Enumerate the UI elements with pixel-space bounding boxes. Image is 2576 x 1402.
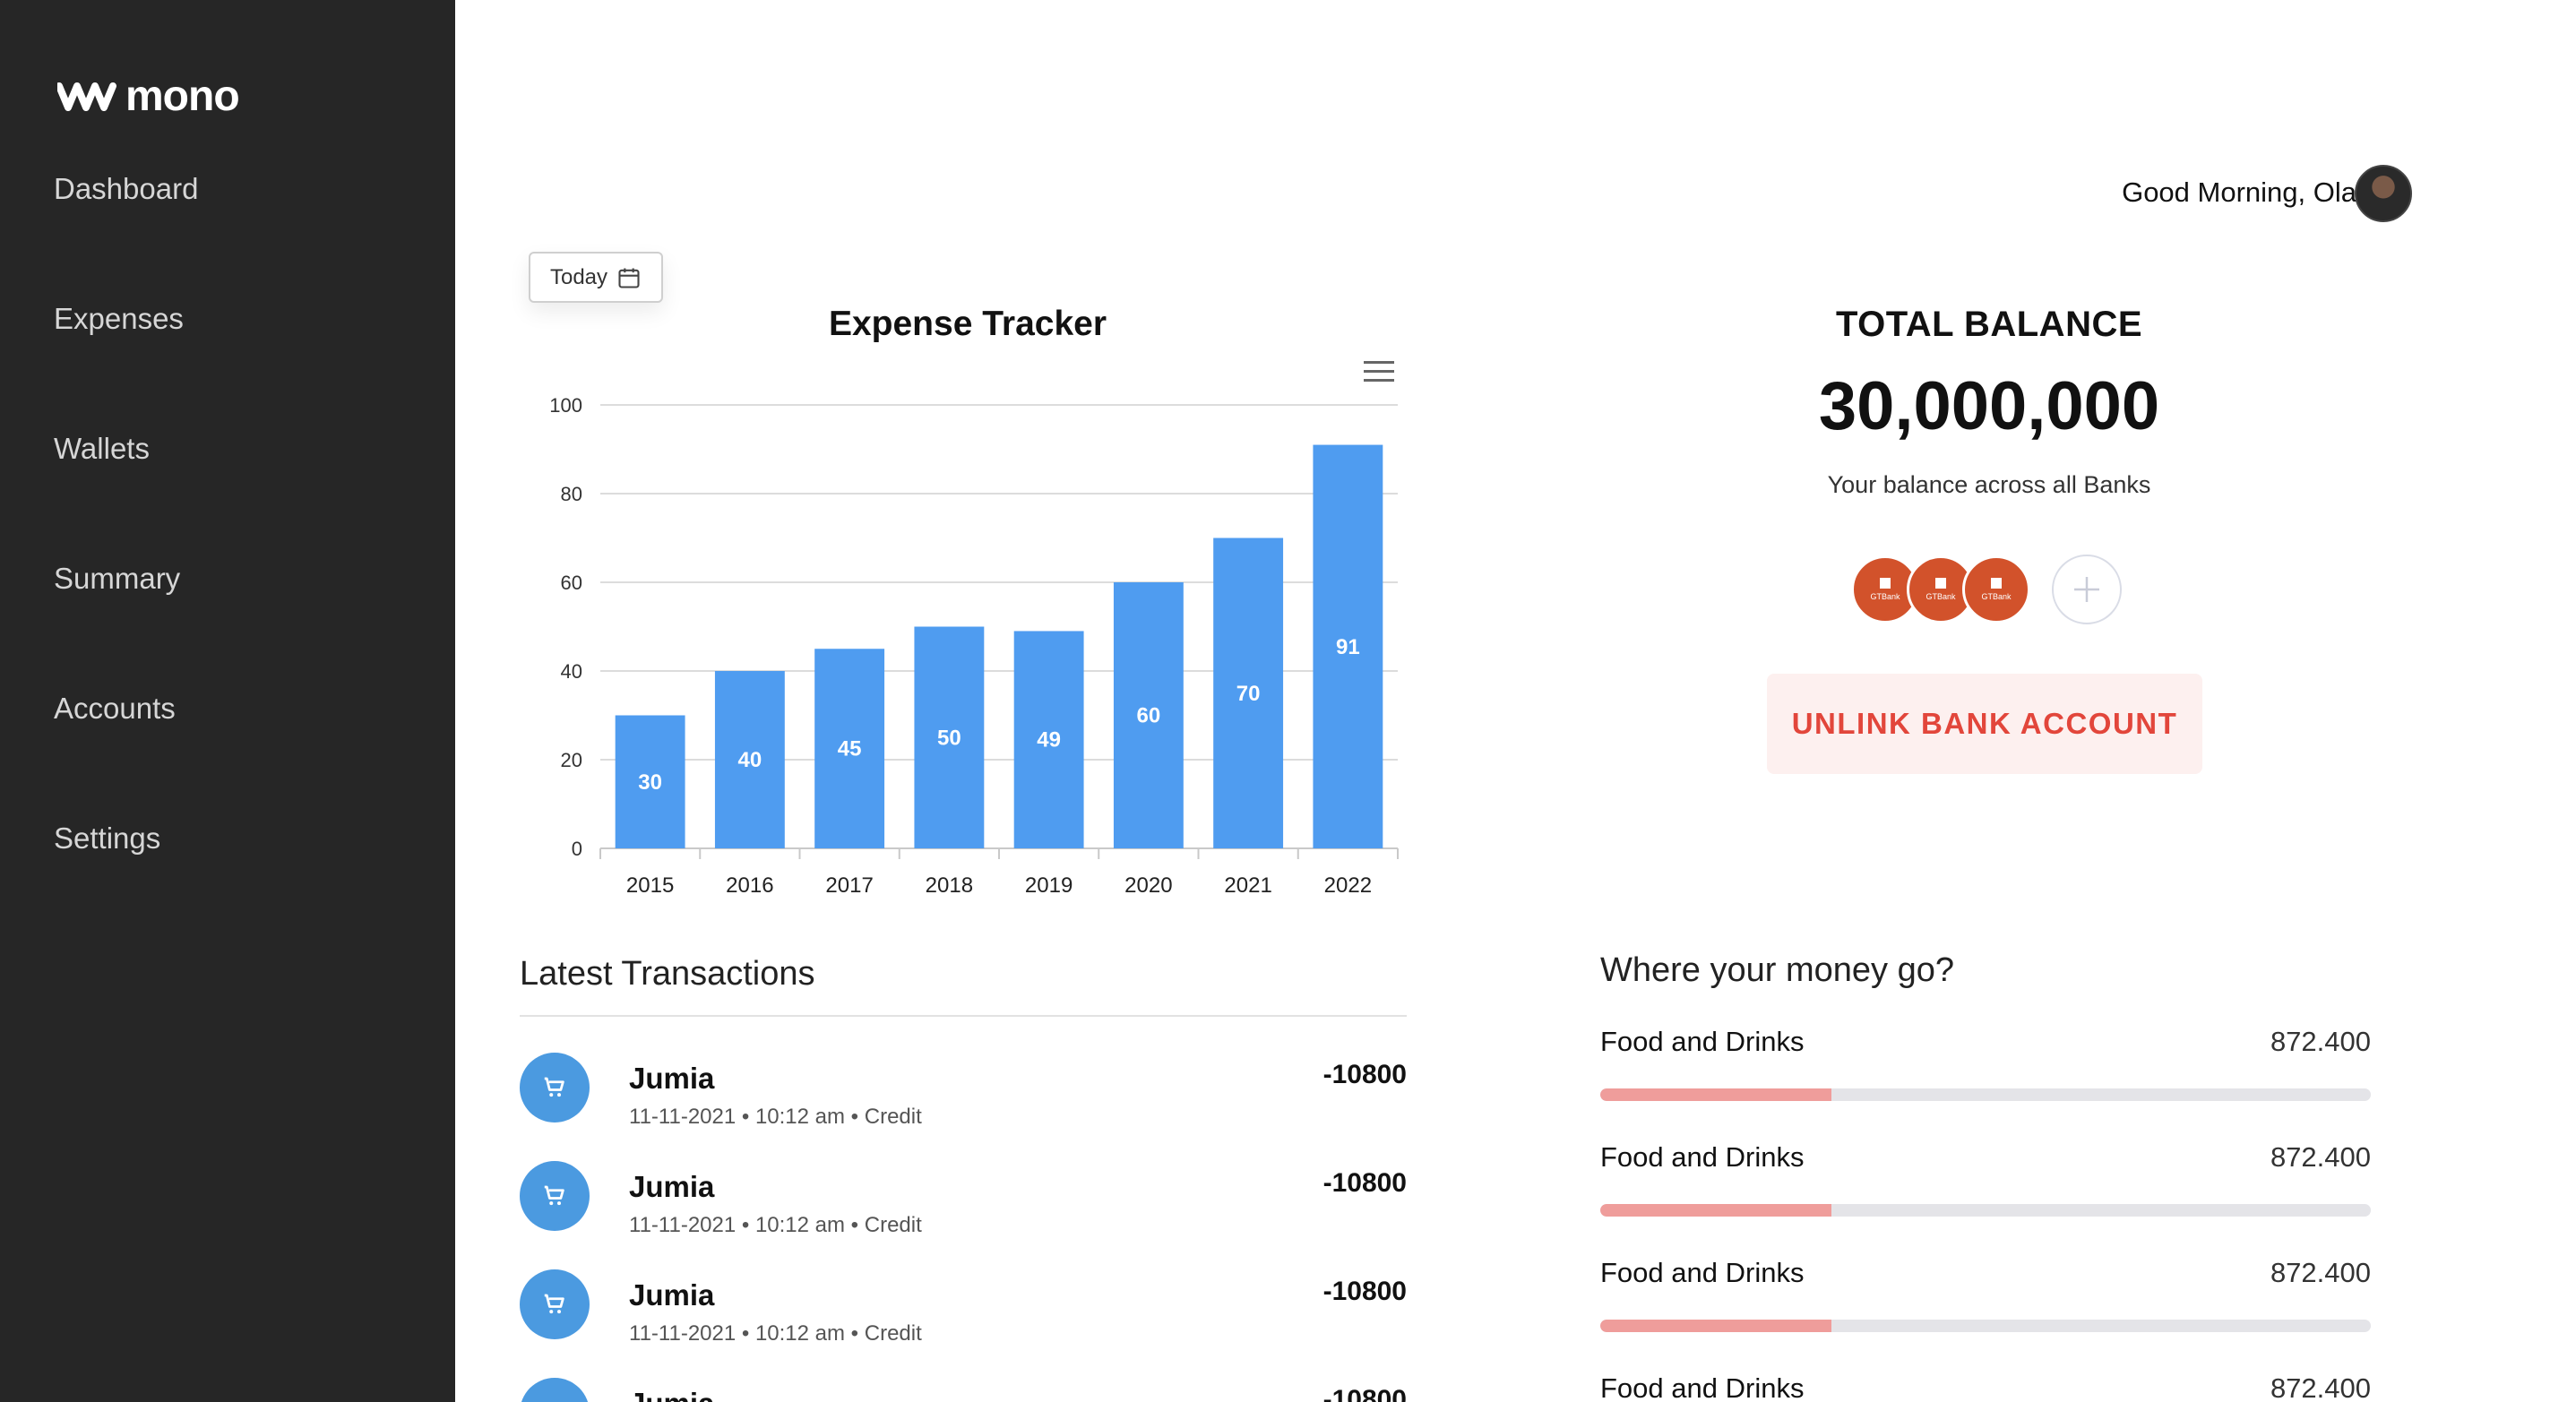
transaction-merchant: Jumia xyxy=(629,1387,714,1402)
brand-logo[interactable]: mono xyxy=(57,72,240,121)
x-tick-label: 2015 xyxy=(626,873,674,898)
total-balance-value: 30,000,000 xyxy=(1818,368,2160,444)
spending-title: Where your money go? xyxy=(1600,951,1954,989)
sidebar-item-dashboard[interactable]: Dashboard xyxy=(54,172,198,206)
sidebar-item-summary[interactable]: Summary xyxy=(54,562,180,596)
x-tick-label: 2017 xyxy=(825,873,873,898)
bank-name: GTBank xyxy=(1870,592,1900,601)
transaction-row[interactable]: Jumia11-11-2021 • 10:12 am • Credit-1080… xyxy=(520,1378,1407,1402)
spending-amount: 872.400 xyxy=(2270,1257,2371,1288)
transaction-merchant: Jumia xyxy=(629,1170,715,1203)
avatar[interactable] xyxy=(2355,165,2412,222)
bar-value-label: 45 xyxy=(838,737,862,761)
sidebar-item-settings[interactable]: Settings xyxy=(54,821,160,856)
bar-value-label: 70 xyxy=(1236,682,1261,706)
sidebar-item-expenses[interactable]: Expenses xyxy=(54,302,184,336)
transactions-title: Latest Transactions xyxy=(520,955,815,993)
transaction-merchant: Jumia xyxy=(629,1062,715,1095)
spending-progress-track xyxy=(1600,1088,2371,1101)
gtbank-mark-icon xyxy=(1991,578,2002,589)
spending-progress-track xyxy=(1600,1204,2371,1217)
y-tick-label: 20 xyxy=(561,749,582,771)
gtbank-mark-icon xyxy=(1880,578,1891,589)
spending-amount: 872.400 xyxy=(2270,1372,2371,1402)
brand-name: mono xyxy=(125,73,240,120)
chart-title: Expense Tracker xyxy=(828,305,1107,343)
date-filter-button[interactable]: Today xyxy=(529,252,663,303)
sidebar-item-wallets[interactable]: Wallets xyxy=(54,432,150,466)
add-bank-button[interactable] xyxy=(2052,555,2122,624)
spending-category: Food and Drinks xyxy=(1600,1026,1805,1057)
transaction-amount: -10800 xyxy=(1322,1385,1407,1402)
date-filter-label: Today xyxy=(549,264,608,289)
spending-item: Food and Drinks 872.400 xyxy=(1600,1026,2371,1115)
spending-amount: 872.400 xyxy=(2270,1141,2371,1173)
bank-name: GTBank xyxy=(1926,592,1956,601)
plus-icon xyxy=(2074,577,2099,602)
spending-item: Food and Drinks 872.400 xyxy=(1600,1141,2371,1231)
gtbank-mark-icon xyxy=(1935,578,1946,589)
spending-item: Food and Drinks 872.400 xyxy=(1600,1372,2371,1402)
bank-name: GTBank xyxy=(1981,592,2012,601)
x-tick-label: 2020 xyxy=(1124,873,1172,898)
y-tick-label: 40 xyxy=(561,660,582,683)
spending-progress-track xyxy=(1600,1320,2371,1332)
transaction-meta: 11-11-2021 • 10:12 am • Credit xyxy=(629,1321,922,1346)
x-tick-label: 2018 xyxy=(926,873,973,898)
bar-value-label: 30 xyxy=(638,770,662,795)
cart-icon xyxy=(520,1161,590,1231)
sidebar-item-accounts[interactable]: Accounts xyxy=(54,692,176,726)
spending-category: Food and Drinks xyxy=(1600,1257,1805,1288)
spending-amount: 872.400 xyxy=(2270,1026,2371,1057)
transaction-row[interactable]: Jumia 11-11-2021 • 10:12 am • Credit -1080… xyxy=(520,1269,1407,1350)
transaction-row[interactable]: Jumia 11-11-2021 • 10:12 am • Credit -1080… xyxy=(520,1161,1407,1242)
transaction-row[interactable]: Jumia 11-11-2021 • 10:12 am • Credit -1080… xyxy=(520,1053,1407,1133)
expense-chart: 0 20 40 60 80 100 30 2015 40 2016 45 2017 50 2018 49 20… xyxy=(549,394,1399,898)
transaction-amount: -10800 xyxy=(1322,1060,1407,1089)
cart-icon xyxy=(520,1378,590,1402)
x-tick-label: 2021 xyxy=(1224,873,1271,898)
bar-value-label: 60 xyxy=(1137,704,1161,728)
spending-item: Food and Drinks 872.400 xyxy=(1600,1257,2371,1346)
x-tick-label: 2022 xyxy=(1324,873,1372,898)
bar-value-label: 91 xyxy=(1336,635,1360,659)
spending-category: Food and Drinks xyxy=(1600,1372,1805,1402)
spending-progress-fill xyxy=(1600,1320,1831,1332)
bar-value-label: 49 xyxy=(1037,728,1061,753)
spending-category: Food and Drinks xyxy=(1600,1141,1805,1173)
bank-logo-gtbank[interactable]: GTBank xyxy=(1962,555,2030,624)
transaction-meta: 11-11-2021 • 10:12 am • Credit xyxy=(629,1105,922,1129)
bar-value-label: 40 xyxy=(738,748,762,772)
bar-value-label: 50 xyxy=(937,726,961,750)
spending-progress-fill xyxy=(1600,1204,1831,1217)
y-tick-label: 0 xyxy=(572,838,582,860)
y-tick-label: 100 xyxy=(549,394,582,417)
y-tick-label: 80 xyxy=(561,483,582,505)
calendar-icon xyxy=(618,268,640,288)
total-balance-label: TOTAL BALANCE xyxy=(1835,305,2143,344)
greeting-text: Good Morning, Ola xyxy=(2122,176,2356,208)
transaction-amount: -10800 xyxy=(1322,1277,1407,1306)
x-tick-label: 2016 xyxy=(726,873,773,898)
transactions-divider xyxy=(520,1015,1407,1017)
transaction-merchant: Jumia xyxy=(629,1278,715,1312)
mono-logo-icon xyxy=(57,82,116,111)
unlink-bank-account-button[interactable]: UNLINK BANK ACCOUNT xyxy=(1767,674,2202,774)
transaction-meta: 11-11-2021 • 10:12 am • Credit xyxy=(629,1213,922,1237)
balance-subtitle: Your balance across all Banks xyxy=(1827,471,2151,498)
x-tick-label: 2019 xyxy=(1025,873,1073,898)
cart-icon xyxy=(520,1269,590,1339)
spending-progress-fill xyxy=(1600,1088,1831,1101)
transaction-amount: -10800 xyxy=(1322,1168,1407,1198)
cart-icon xyxy=(520,1053,590,1122)
y-tick-label: 60 xyxy=(561,572,582,594)
sidebar: mono Dashboard Expenses Wallets Summary … xyxy=(0,0,455,1402)
